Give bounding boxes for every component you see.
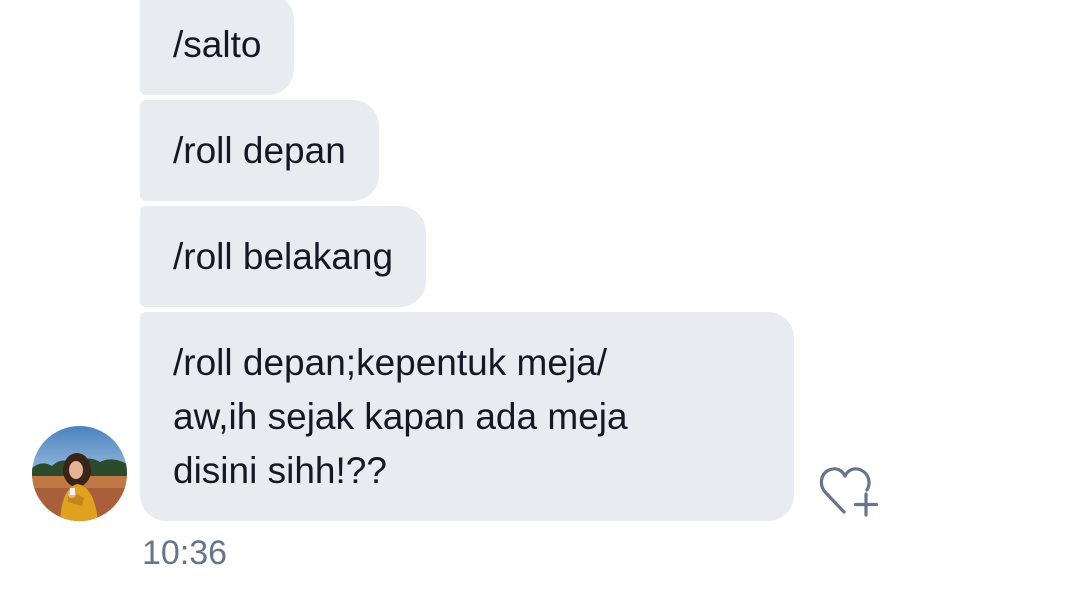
message-bubble[interactable]: /roll belakang	[140, 206, 427, 307]
heart-plus-icon	[819, 467, 879, 517]
message-bubble[interactable]: /salto	[140, 0, 295, 95]
message-bubble[interactable]: /roll depan	[140, 100, 379, 201]
message-text-line: aw,ih sejak kapan ada meja	[173, 396, 628, 437]
avatar-photo	[32, 426, 127, 521]
message-text: /roll depan	[173, 130, 346, 171]
like-button[interactable]	[818, 462, 879, 518]
message-text: /salto	[173, 24, 262, 65]
message-text-line: disini sihh!??	[173, 450, 387, 491]
avatar[interactable]	[32, 426, 127, 521]
message-text-line: /roll depan;kepentuk meja/	[173, 342, 607, 383]
message-bubble[interactable]: /roll depan;kepentuk meja/ aw,ih sejak k…	[140, 312, 794, 521]
message-text: /roll belakang	[173, 236, 394, 277]
message-timestamp: 10:36	[142, 534, 228, 572]
